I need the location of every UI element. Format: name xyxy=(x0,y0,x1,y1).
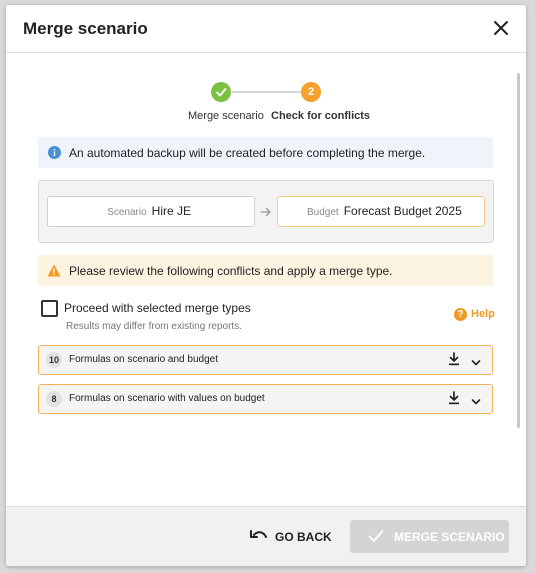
info-icon xyxy=(48,146,61,164)
merge-scenario-dialog: Merge scenario 2 Merge scenario Check fo… xyxy=(6,5,526,566)
dialog-header: Merge scenario xyxy=(6,5,526,53)
info-text: An automated backup will be created befo… xyxy=(69,146,426,160)
source-scenario-pill: Scenario Hire JE xyxy=(47,196,255,227)
go-back-label: GO BACK xyxy=(275,530,332,544)
chevron-down-icon[interactable] xyxy=(471,355,481,373)
warning-icon xyxy=(47,264,61,282)
dialog-body: 2 Merge scenario Check for conflicts An … xyxy=(6,53,526,505)
help-label: Help xyxy=(471,308,495,320)
conflict-row[interactable]: 8 Formulas on scenario with values on bu… xyxy=(38,384,493,414)
chevron-down-icon[interactable] xyxy=(471,394,481,412)
source-value: Hire JE xyxy=(151,204,191,218)
source-label: Scenario xyxy=(107,207,147,218)
step-2-label: Check for conflicts xyxy=(271,110,371,122)
arrow-right-icon xyxy=(260,205,272,223)
merge-scenario-button[interactable]: MERGE SCENARIO xyxy=(350,520,509,553)
merge-flow: Scenario Hire JE Budget Forecast Budget 20… xyxy=(38,180,494,243)
proceed-checkbox[interactable] xyxy=(41,300,58,317)
conflict-count-badge: 10 xyxy=(46,352,62,368)
step-1-label: Merge scenario xyxy=(188,110,264,122)
download-icon[interactable] xyxy=(448,391,460,410)
step-2-marker: 2 xyxy=(301,82,321,102)
download-icon[interactable] xyxy=(448,352,460,371)
conflict-row[interactable]: 10 Formulas on scenario and budget xyxy=(38,345,493,375)
target-budget-pill: Budget Forecast Budget 2025 xyxy=(277,196,485,227)
dialog-footer: GO BACK MERGE SCENARIO xyxy=(6,506,526,566)
stepper-connector xyxy=(232,91,302,93)
help-icon: ? xyxy=(454,308,467,321)
scrollbar[interactable] xyxy=(517,73,520,428)
conflict-count-badge: 8 xyxy=(46,391,62,407)
target-label: Budget xyxy=(307,207,339,218)
conflict-label: Formulas on scenario with values on budg… xyxy=(69,393,265,404)
target-value: Forecast Budget 2025 xyxy=(343,204,462,218)
merge-scenario-label: MERGE SCENARIO xyxy=(394,530,505,544)
warning-text: Please review the following conflicts an… xyxy=(69,264,393,278)
undo-icon xyxy=(250,529,268,548)
close-icon[interactable] xyxy=(490,17,512,39)
proceed-checkbox-label[interactable]: Proceed with selected merge types xyxy=(64,301,251,315)
step-1-complete-icon xyxy=(211,82,231,102)
warning-banner: Please review the following conflicts an… xyxy=(38,255,493,286)
info-banner: An automated backup will be created befo… xyxy=(38,137,493,168)
conflict-label: Formulas on scenario and budget xyxy=(69,354,218,365)
check-icon xyxy=(368,529,384,548)
dialog-title: Merge scenario xyxy=(23,19,148,38)
results-hint: Results may differ from existing reports… xyxy=(66,321,242,332)
